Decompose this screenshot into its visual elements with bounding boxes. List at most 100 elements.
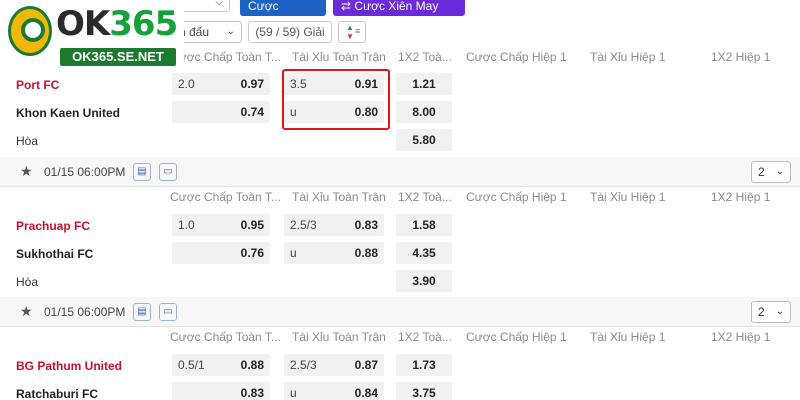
col-1x2-ft: 1X2 Toà... (398, 50, 452, 64)
more-markets-count: 2 (758, 165, 765, 179)
x12-home-odds[interactable]: 1.73 (396, 354, 452, 376)
hdp-home-odds[interactable]: 2.0 0.97 (172, 73, 270, 95)
hdp-home-odds[interactable]: 0.5/1 0.88 (172, 354, 270, 376)
star-icon[interactable]: ★ (20, 303, 33, 320)
odds-value: 0.88 (354, 246, 378, 260)
column-header: Cược Chấp Toàn T... Tài Xỉu Toàn Trận 1X… (170, 327, 800, 347)
more-markets-select[interactable]: 2 ⌄ (751, 301, 791, 323)
scoreboard-icon[interactable]: ▤ (133, 303, 151, 321)
hdp-line: 0.5/1 (178, 358, 205, 372)
odds-value: 0.83 (240, 386, 264, 400)
x12-draw-odds[interactable]: 5.80 (396, 129, 452, 151)
x12-draw-odds[interactable]: 3.90 (396, 270, 452, 292)
x12-home-odds[interactable]: 1.21 (396, 73, 452, 95)
match-block-2: Cược Chấp Toàn T... Tài Xỉu Toàn Trận 1X… (0, 187, 800, 297)
col-1x2-h1: 1X2 Hiệp 1 (711, 50, 771, 64)
column-header: Cược Chấp Toàn T... Tài Xỉu Toàn Trận 1X… (170, 187, 800, 207)
odds-value: 0.88 (240, 358, 264, 372)
shuffle-icon: ⇄ (341, 0, 352, 13)
star-icon[interactable]: ★ (20, 163, 33, 180)
col-ou-ft: Tài Xỉu Toàn Trận (292, 50, 386, 64)
chevron-down-icon: ⌵ (215, 0, 223, 8)
col-hdp-h1: Cược Chấp Hiệp 1 (466, 190, 567, 204)
chevron-down-icon: ⌄ (226, 26, 235, 37)
draw-label: Hòa (16, 275, 39, 289)
home-team: BG Pathum United (16, 359, 123, 373)
divider (0, 326, 800, 327)
sort-lines-icon: ≡ (355, 26, 361, 36)
col-hdp-ft: Cược Chấp Toàn T... (170, 190, 281, 204)
match-footer-1: ★ 01/15 06:00PM ▤ ▭ 2 ⌄ (0, 157, 800, 187)
col-hdp-ft: Cược Chấp Toàn T... (170, 50, 281, 64)
odds-value: 4.35 (412, 246, 436, 260)
match-block-3: Cược Chấp Toàn T... Tài Xỉu Toàn Trận 1X… (0, 327, 800, 400)
more-markets-count: 2 (758, 305, 765, 319)
col-1x2-ft: 1X2 Toà... (398, 330, 452, 344)
odds-value: 3.90 (412, 274, 436, 288)
brand-site: OK365.SE.NET (60, 48, 176, 66)
col-hdp-h1: Cược Chấp Hiệp 1 (466, 50, 567, 64)
draw-label: Hòa (16, 134, 39, 148)
col-ou-ft: Tài Xỉu Toàn Trận (292, 330, 386, 344)
ou-over-odds[interactable]: 2.5/3 0.83 (284, 214, 384, 236)
under-label: u (290, 246, 297, 260)
league-count-label: (59 / 59) Giải (255, 25, 325, 39)
league-count-button[interactable]: (59 / 59) Giải (248, 21, 332, 43)
more-markets-select[interactable]: 2 ⌄ (751, 161, 791, 183)
hdp-away-odds[interactable]: 0.76 (172, 242, 270, 264)
brand-ok: OK (56, 4, 110, 44)
col-hdp-h1: Cược Chấp Hiệp 1 (466, 330, 567, 344)
highlight-box (282, 69, 390, 130)
column-header: Cược Chấp Toàn T... Tài Xỉu Toàn Trận 1X… (170, 47, 800, 67)
col-1x2-ft: 1X2 Toà... (398, 190, 452, 204)
hdp-home-odds[interactable]: 1.0 0.95 (172, 214, 270, 236)
col-1x2-h1: 1X2 Hiệp 1 (711, 190, 771, 204)
away-team: Khon Kaen United (16, 106, 120, 120)
hdp-line: 1.0 (178, 218, 195, 232)
home-team: Port FC (16, 78, 60, 92)
x12-away-odds[interactable]: 3.75 (396, 382, 452, 400)
odds-value: 3.75 (412, 386, 436, 400)
ou-line: 2.5/3 (290, 358, 317, 372)
arrow-down-icon: ▼ (346, 32, 354, 41)
hdp-away-odds[interactable]: 0.74 (172, 101, 270, 123)
parlay-button[interactable]: Cược Xiên ❯ (240, 0, 326, 33)
col-ou-h1: Tài Xỉu Hiệp 1 (590, 190, 666, 204)
x12-away-odds[interactable]: 8.00 (396, 101, 452, 123)
scoreboard-icon[interactable]: ▤ (133, 163, 151, 181)
odds-value: 0.87 (354, 358, 378, 372)
odds-value: 0.76 (240, 246, 264, 260)
x12-home-odds[interactable]: 1.58 (396, 214, 452, 236)
col-ou-h1: Tài Xỉu Hiệp 1 (590, 330, 666, 344)
hdp-away-odds[interactable]: 0.83 (172, 382, 270, 400)
col-hdp-ft: Cược Chấp Toàn T... (170, 330, 281, 344)
odds-value: 0.95 (240, 218, 264, 232)
brand-number: 365 (109, 4, 178, 44)
x12-away-odds[interactable]: 4.35 (396, 242, 452, 264)
ou-line: 2.5/3 (290, 218, 317, 232)
kickoff-time: 01/15 06:00PM (44, 305, 126, 319)
col-ou-ft: Tài Xỉu Toàn Trận (292, 190, 386, 204)
odds-value: 1.73 (412, 358, 436, 372)
stats-icon[interactable]: ▭ (159, 163, 177, 181)
brand-wordmark: OK365 (56, 4, 178, 44)
col-1x2-h1: 1X2 Hiệp 1 (711, 330, 771, 344)
lucky-parlay-button[interactable]: ⇄ Cược Xiên May Mắn (333, 0, 465, 33)
arrow-up-icon: ▲ (346, 23, 354, 32)
ou-over-odds[interactable]: 2.5/3 0.87 (284, 354, 384, 376)
odds-value: 0.74 (240, 105, 264, 119)
sort-button[interactable]: ▲ ▼ ≡ (338, 21, 366, 43)
ou-under-odds[interactable]: u 0.84 (284, 382, 384, 400)
home-team: Prachuap FC (16, 219, 91, 233)
under-label: u (290, 386, 297, 400)
away-team: Ratchaburi FC (16, 387, 99, 400)
brand-logo: OK365 OK365.SE.NET (0, 0, 184, 72)
stats-icon[interactable]: ▭ (159, 303, 177, 321)
chevron-down-icon: ⌄ (775, 166, 784, 177)
hdp-line: 2.0 (178, 77, 195, 91)
ou-under-odds[interactable]: u 0.88 (284, 242, 384, 264)
divider (0, 186, 800, 187)
odds-value: 0.97 (240, 77, 264, 91)
odds-value: 1.21 (412, 77, 436, 91)
odds-value: 0.84 (354, 386, 378, 400)
